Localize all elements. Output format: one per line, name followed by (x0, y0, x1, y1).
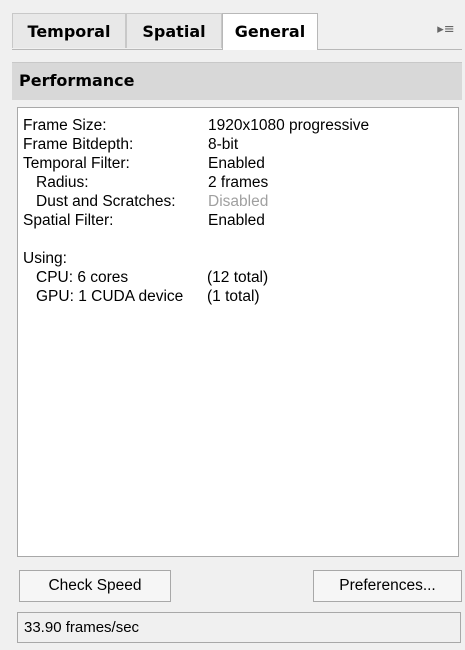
tab-temporal[interactable]: Temporal (12, 13, 126, 48)
frame-size-label: Frame Size: (23, 117, 107, 134)
section-header-performance: Performance (12, 62, 462, 100)
spatial-filter-value: Enabled (208, 212, 265, 229)
flyout-menu-icon[interactable]: ▸≡ (434, 17, 458, 43)
cpu-label: CPU: 6 cores (36, 269, 129, 286)
tab-bar: Temporal Spatial General ▸≡ (12, 13, 462, 50)
bitdepth-value: 8-bit (208, 136, 239, 153)
tab-spatial[interactable]: Spatial (126, 13, 222, 48)
radius-label: Radius: (36, 174, 89, 191)
performance-info-box: Frame Size: 1920x1080 progressive Frame … (17, 107, 459, 557)
dust-scratches-value: Disabled (208, 193, 269, 210)
bitdepth-label: Frame Bitdepth: (23, 136, 134, 153)
cpu-value: (12 total) (207, 269, 269, 286)
general-panel: Temporal Spatial General ▸≡ Performance … (0, 0, 465, 650)
temporal-filter-value: Enabled (208, 155, 265, 172)
gpu-value: (1 total) (207, 288, 260, 305)
status-bar: 33.90 frames/sec (17, 612, 461, 643)
temporal-filter-label: Temporal Filter: (23, 155, 130, 172)
radius-value: 2 frames (208, 174, 269, 191)
using-label: Using: (23, 250, 67, 267)
spatial-filter-label: Spatial Filter: (23, 212, 114, 229)
dust-scratches-label: Dust and Scratches: (36, 193, 176, 210)
preferences-button[interactable]: Preferences... (313, 570, 462, 602)
check-speed-button[interactable]: Check Speed (19, 570, 171, 602)
frame-size-value: 1920x1080 progressive (208, 117, 370, 134)
gpu-label: GPU: 1 CUDA device (36, 288, 184, 305)
tab-general[interactable]: General (222, 13, 318, 50)
